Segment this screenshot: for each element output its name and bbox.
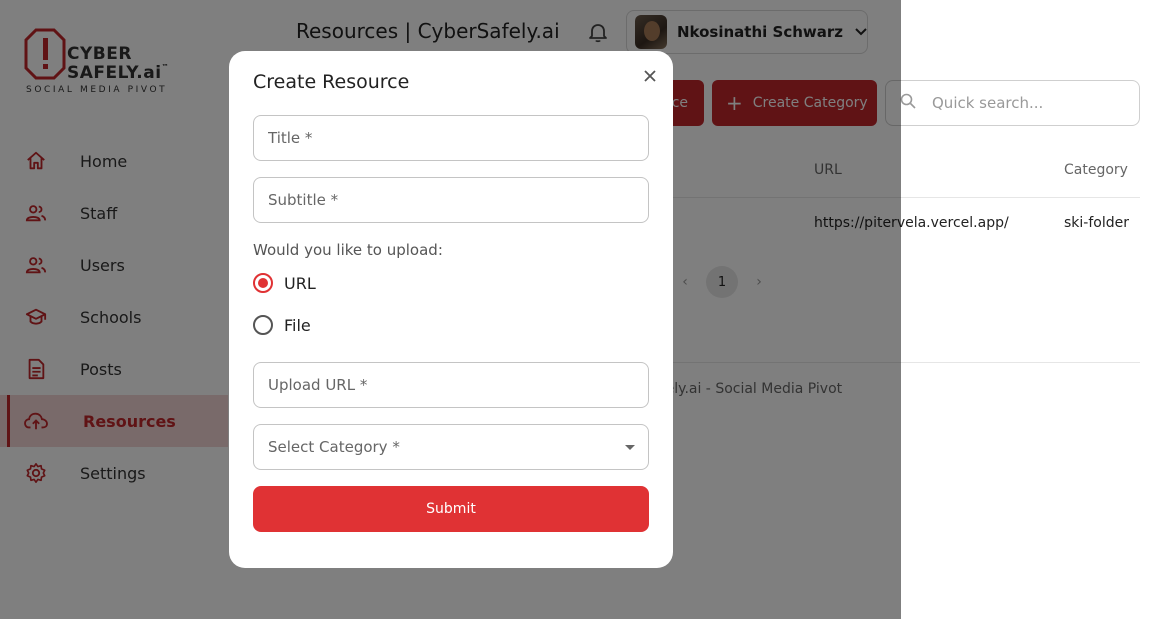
category-select[interactable]: Select Category * — [253, 424, 649, 470]
search-input[interactable] — [932, 94, 1122, 112]
radio-url[interactable]: URL — [253, 273, 316, 293]
search-icon — [900, 93, 916, 113]
radio-file[interactable]: File — [253, 315, 311, 335]
upload-url-field — [253, 362, 649, 408]
submit-button[interactable]: Submit — [253, 486, 649, 532]
radio-label: File — [284, 315, 311, 335]
radio-button[interactable] — [253, 315, 273, 335]
close-icon[interactable] — [639, 65, 661, 87]
upload-question: Would you like to upload: — [253, 241, 443, 259]
create-resource-dialog: Create Resource Would you like to upload… — [229, 51, 673, 568]
radio-label: URL — [284, 273, 316, 293]
title-input[interactable] — [254, 116, 648, 160]
title-field — [253, 115, 649, 161]
column-header-category: Category — [1064, 162, 1128, 178]
radio-dot — [258, 278, 268, 288]
dialog-title: Create Resource — [253, 71, 410, 93]
subtitle-input[interactable] — [254, 178, 648, 222]
table-cell-category: ski-folder — [1064, 215, 1129, 231]
category-select-placeholder: Select Category * — [268, 438, 400, 456]
caret-down-icon — [625, 445, 635, 450]
subtitle-field — [253, 177, 649, 223]
search-box — [885, 80, 1140, 126]
radio-button-checked[interactable] — [253, 273, 273, 293]
upload-url-input[interactable] — [254, 363, 648, 407]
